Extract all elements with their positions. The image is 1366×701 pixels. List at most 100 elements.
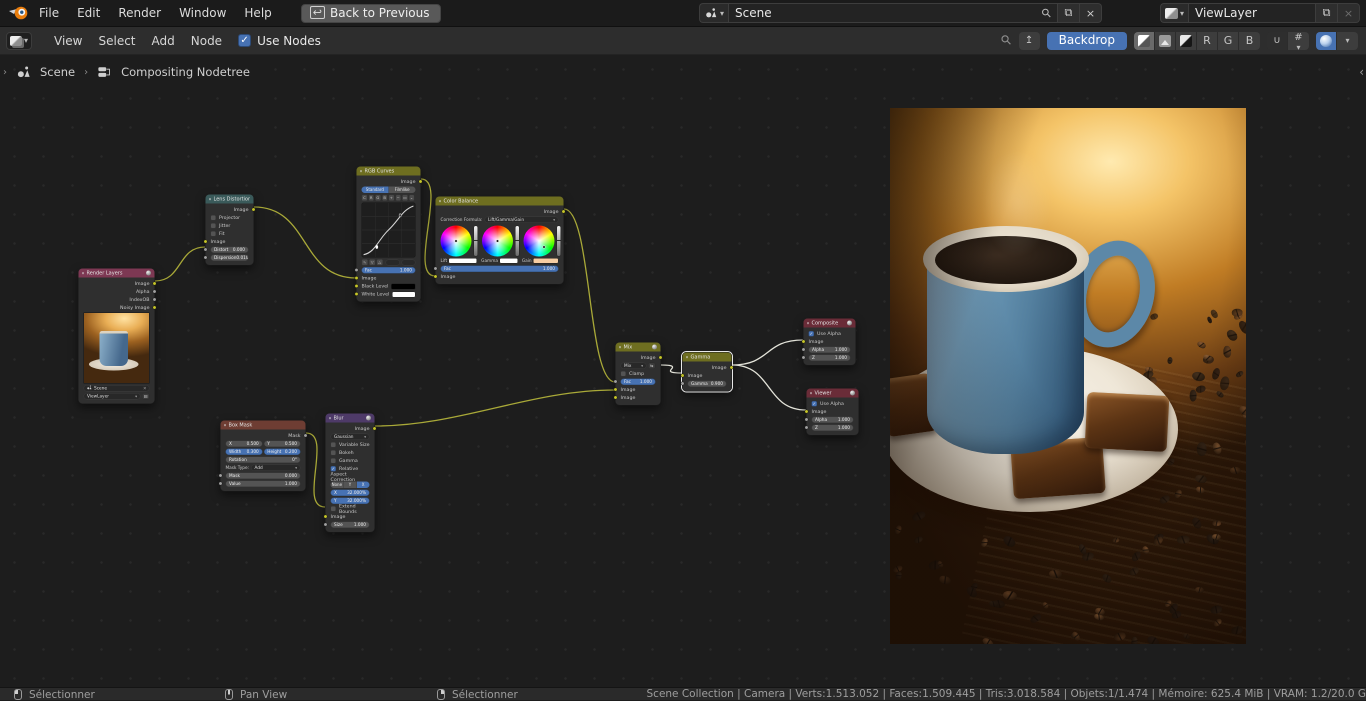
checkbox-checked-icon[interactable]: ✓	[809, 331, 815, 337]
color-swatch[interactable]	[392, 291, 416, 297]
node-rgb-curves[interactable]: ▾RGB CurvesImageStandardFilmlikeCRGB+−▭⌄…	[356, 166, 421, 302]
node-header[interactable]: ▾RGB Curves	[357, 167, 421, 176]
node-header[interactable]: ▾Blur	[326, 414, 375, 423]
value-socket[interactable]	[434, 267, 438, 271]
node-composite[interactable]: ▾Composite✓Use AlphaImageAlpha1.000Z1.00…	[803, 318, 856, 366]
backdrop-toggle-button[interactable]: Backdrop	[1047, 32, 1127, 50]
color-wheel[interactable]	[441, 226, 472, 257]
wheel-cursor[interactable]	[496, 240, 499, 243]
slider-gamma[interactable]: Gamma0.900	[688, 381, 727, 388]
checkbox-icon[interactable]	[621, 371, 627, 377]
overlays-dropdown[interactable]: ▾	[1337, 32, 1358, 50]
value-socket[interactable]	[153, 298, 157, 302]
node-header[interactable]: ▾Box Mask	[221, 421, 306, 430]
editor-type-dropdown[interactable]: ▾	[6, 32, 32, 50]
node-lens-distortion[interactable]: ▾Lens DistortionImageProjectorJitterFitI…	[205, 194, 254, 266]
dropdown-add[interactable]: Add▾	[251, 465, 301, 472]
unlink-icon[interactable]: ×	[143, 386, 147, 391]
image-socket[interactable]	[153, 282, 157, 286]
use-nodes-toggle[interactable]: ✓ Use Nodes	[238, 34, 321, 48]
color-swatch[interactable]	[533, 258, 558, 264]
tool-icon[interactable]: △	[377, 259, 384, 266]
snap-toggle-button[interactable]: ∪	[1267, 32, 1288, 50]
tool-icon[interactable]: G	[375, 195, 381, 202]
value-socket[interactable]	[219, 474, 223, 478]
value-socket[interactable]	[355, 268, 359, 272]
dropdown-gaussian[interactable]: Gaussian▾	[331, 434, 370, 441]
viewlayer-name-field[interactable]: ViewLayer	[1188, 3, 1316, 23]
value-slider[interactable]	[474, 226, 479, 257]
slider-mask[interactable]: Mask0.000	[226, 473, 301, 480]
slider-alpha[interactable]: Alpha1.000	[809, 347, 851, 354]
image-socket[interactable]	[802, 340, 806, 344]
region-toggle-right[interactable]: ‹	[1359, 65, 1364, 79]
region-toggle-left[interactable]: ›	[3, 67, 7, 78]
curve-widget[interactable]	[362, 203, 416, 258]
collapse-icon[interactable]: ▾	[360, 169, 362, 174]
value-socket[interactable]	[614, 380, 618, 384]
tool-icon[interactable]: −	[395, 195, 401, 202]
checkbox-checked-icon[interactable]: ✓	[812, 401, 818, 407]
value-slider[interactable]	[557, 226, 562, 257]
collapse-icon[interactable]: ▾	[209, 197, 211, 202]
image-socket[interactable]	[373, 427, 377, 431]
collapse-icon[interactable]: ▾	[329, 416, 331, 421]
slider-fac[interactable]: Fac1.000	[441, 266, 559, 273]
color-wheel-lift[interactable]	[441, 226, 479, 257]
value-socket[interactable]	[805, 426, 809, 430]
color-wheel-gamma[interactable]	[482, 226, 520, 257]
slider-height[interactable]: Height0.200	[264, 449, 301, 456]
value-socket[interactable]	[681, 382, 685, 386]
image-socket[interactable]	[730, 366, 734, 370]
value-socket[interactable]	[355, 292, 359, 296]
channel-r-button[interactable]: R	[1197, 32, 1218, 50]
menu-window[interactable]: Window	[170, 0, 235, 26]
breadcrumb-nodetree[interactable]: Compositing Nodetree	[121, 65, 250, 79]
color-wheel[interactable]	[482, 226, 513, 257]
node-header[interactable]: ▾Gamma	[683, 353, 732, 362]
tool-icon[interactable]: ▽	[369, 259, 376, 266]
node-box-mask[interactable]: ▾Box MaskMaskX0.500Y0.500Width0.300Heigh…	[220, 420, 306, 492]
overlays-toggle-button[interactable]	[1316, 32, 1337, 50]
checkbox-icon[interactable]	[211, 231, 217, 237]
node-header[interactable]: ▾Color Balance	[436, 197, 564, 206]
slider-fac[interactable]: Fac1.000	[621, 379, 656, 386]
image-socket[interactable]	[614, 396, 618, 400]
swap-icon[interactable]: ⇆	[648, 363, 656, 370]
node-color-balance[interactable]: ▾Color BalanceImageCorrection Formula:Li…	[435, 196, 564, 285]
option-standard[interactable]: Standard	[362, 187, 389, 194]
menu-node[interactable]: Node	[183, 34, 230, 48]
tool-icon[interactable]: R	[368, 195, 374, 202]
image-socket[interactable]	[434, 275, 438, 279]
slider-dispersion[interactable]: Dispersion0.010	[211, 255, 249, 262]
viewlayer-remove-button[interactable]: ×	[1338, 3, 1360, 23]
slider-rotation[interactable]: Rotation0°	[226, 457, 301, 464]
number-field[interactable]	[386, 259, 400, 265]
back-to-previous-button[interactable]: ↩ Back to Previous	[301, 4, 441, 23]
pin-icon[interactable]: ⚲	[1039, 5, 1055, 21]
option-none[interactable]: None	[331, 482, 344, 489]
node-viewer[interactable]: ▾Viewer✓Use AlphaImageAlpha1.000Z1.000	[806, 388, 859, 436]
option-x[interactable]: X	[357, 482, 370, 489]
tool-icon[interactable]: B	[382, 195, 388, 202]
menu-view[interactable]: View	[46, 34, 90, 48]
value-slider[interactable]	[515, 226, 520, 257]
scene-id-field[interactable]: Scene×	[84, 385, 150, 392]
dropdown-mix[interactable]: Mix▾	[621, 363, 647, 370]
image-socket[interactable]	[562, 210, 566, 214]
slider-y[interactable]: Y0.500	[264, 441, 301, 448]
node-blur[interactable]: ▾BlurImageGaussian▾Variable SizeBokehGam…	[325, 413, 375, 533]
wheel-cursor[interactable]	[455, 240, 458, 243]
scene-unlink-button[interactable]: ×	[1080, 3, 1102, 23]
value-socket[interactable]	[802, 356, 806, 360]
snap-mode-dropdown[interactable]: #▾	[1288, 32, 1309, 50]
color-swatch[interactable]	[391, 283, 416, 289]
channel-g-button[interactable]: G	[1218, 32, 1239, 50]
pin-icon[interactable]: ⚲	[998, 32, 1015, 49]
value-socket[interactable]	[802, 348, 806, 352]
collapse-icon[interactable]: ▾	[807, 321, 809, 326]
menu-help[interactable]: Help	[235, 0, 280, 26]
backdrop-color-button[interactable]	[1155, 32, 1176, 50]
image-socket[interactable]	[681, 374, 685, 378]
image-socket[interactable]	[805, 410, 809, 414]
